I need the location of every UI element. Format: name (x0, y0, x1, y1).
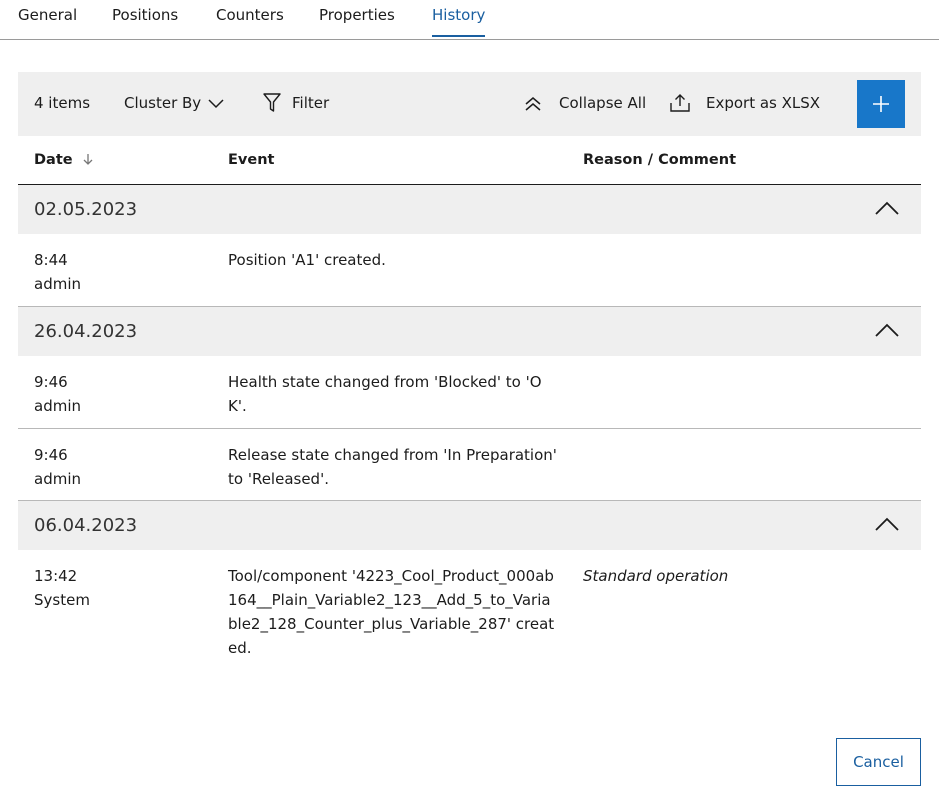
row-time: 9:46 (34, 373, 68, 391)
arrow-down-icon (83, 154, 93, 165)
event-column-header: Event (228, 152, 275, 168)
collapse-all-label: Collapse All (559, 94, 647, 112)
date-group-header[interactable]: 26.04.2023 (18, 307, 921, 356)
tab-history[interactable]: History (432, 6, 486, 37)
export-xlsx-button[interactable]: Export as XLSX (669, 94, 820, 112)
cluster-by-button[interactable]: Cluster By (124, 94, 224, 112)
plus-icon (873, 96, 889, 112)
row-user: admin (34, 470, 81, 488)
row-time: 13:42 (34, 567, 78, 585)
chevron-down-icon (208, 99, 224, 109)
table-header: Date Event Reason / Comment (18, 136, 921, 185)
table-row: 8:44 admin Position 'A1' created. (18, 234, 921, 307)
row-time: 9:46 (34, 446, 68, 464)
filter-button[interactable]: Filter (262, 93, 330, 112)
tab-bar: General Positions Counters Properties Hi… (0, 0, 939, 40)
row-reason: Standard operation (583, 567, 729, 585)
row-event: Release state changed from 'In Preparati… (228, 446, 557, 488)
date-column-header[interactable]: Date (34, 152, 93, 168)
chevron-up-icon[interactable] (874, 321, 900, 339)
row-time: 8:44 (34, 251, 68, 269)
export-label: Export as XLSX (706, 94, 821, 112)
row-event: Health state changed from 'Blocked' to '… (228, 373, 542, 415)
table-row: 9:46 admin Health state changed from 'Bl… (18, 356, 921, 429)
row-event: Tool/component '4223_Cool_Product_000ab1… (228, 567, 555, 657)
date-group-header[interactable]: 06.04.2023 (18, 501, 921, 550)
group-date: 02.05.2023 (34, 199, 138, 220)
row-user: admin (34, 275, 81, 293)
date-header-label: Date (34, 152, 73, 168)
tab-counters[interactable]: Counters (216, 6, 284, 24)
tab-properties[interactable]: Properties (319, 6, 395, 24)
table-row: 13:42 System Tool/component '4223_Cool_P… (18, 550, 921, 670)
group-date: 26.04.2023 (34, 321, 138, 342)
row-event: Position 'A1' created. (228, 251, 386, 269)
history-toolbar: 4 items Cluster By Filter Collapse All E… (18, 72, 921, 136)
chevron-up-icon[interactable] (874, 199, 900, 217)
cluster-by-label: Cluster By (124, 94, 202, 112)
table-row: 9:46 admin Release state changed from 'I… (18, 429, 921, 501)
add-button[interactable] (857, 80, 905, 128)
row-user: System (34, 591, 90, 609)
reason-column-header: Reason / Comment (583, 152, 737, 168)
filter-label: Filter (292, 94, 330, 112)
collapse-all-button[interactable]: Collapse All (524, 94, 646, 112)
filter-icon (263, 93, 281, 112)
date-group-header[interactable]: 02.05.2023 (18, 185, 921, 234)
chevron-up-icon[interactable] (874, 515, 900, 533)
row-user: admin (34, 397, 81, 415)
group-date: 06.04.2023 (34, 515, 138, 536)
item-count: 4 items (34, 94, 91, 112)
tab-positions[interactable]: Positions (112, 6, 178, 24)
tab-general[interactable]: General (18, 6, 77, 24)
cancel-button[interactable]: Cancel (836, 738, 921, 786)
double-chevron-up-icon (525, 97, 541, 111)
export-icon (670, 94, 690, 112)
